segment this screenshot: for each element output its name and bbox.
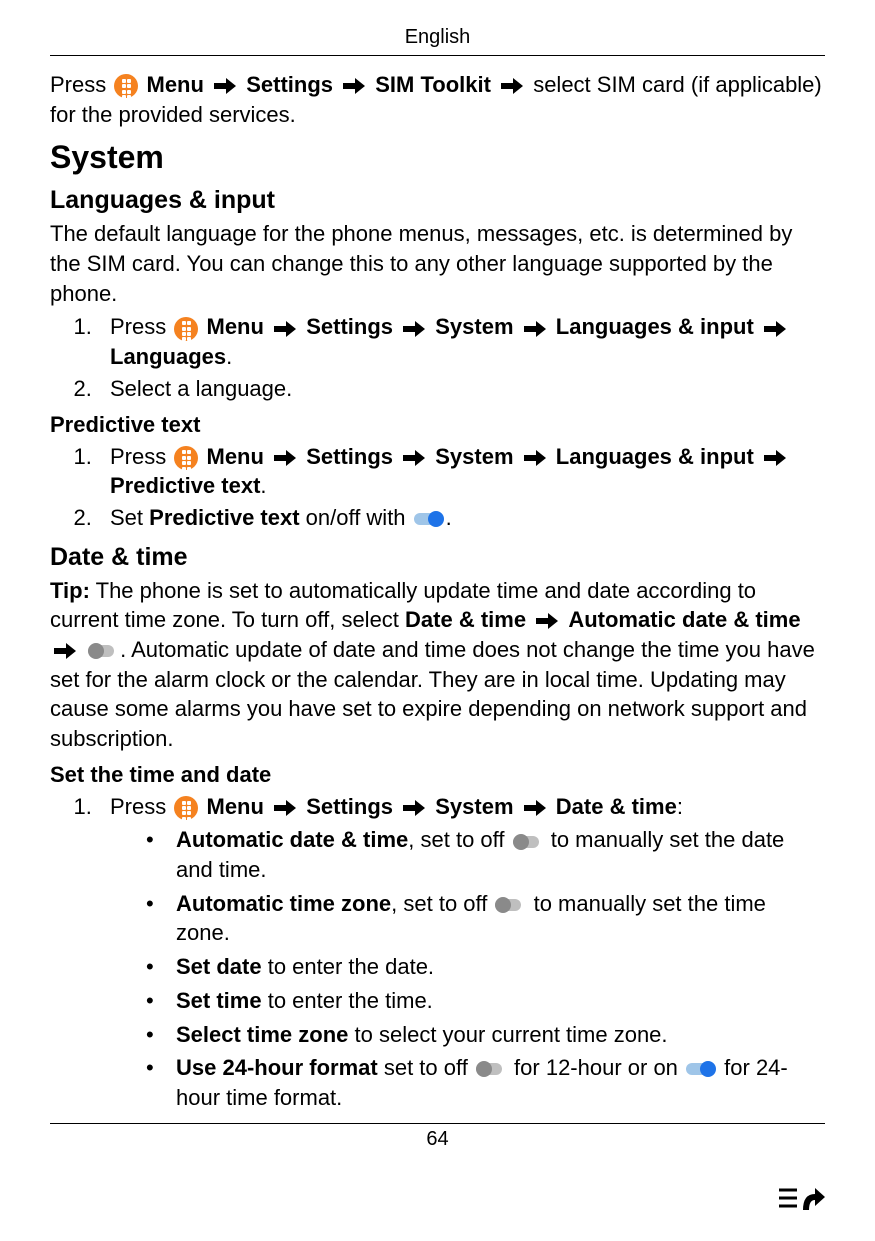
text-b1b: , set to off [408,827,510,852]
text-set-date: Set date [176,954,262,979]
predictive-steps: Press Menu Settings System Languages & i… [50,442,825,533]
text-auto-date-time: Automatic date & time [568,607,800,632]
arrow-right-icon [54,642,76,660]
menu-icon [174,796,198,820]
arrow-right-icon [764,320,786,338]
divider-top [50,55,825,56]
menu-icon [174,446,198,470]
option-auto-time-zone: Automatic time zone, set to off to manua… [146,889,825,948]
languages-input-desc: The default language for the phone menus… [50,219,825,308]
text-period: . [446,505,452,530]
predictive-step-1: Press Menu Settings System Languages & i… [98,442,825,501]
text-settings: Settings [306,794,393,819]
heading-languages-input: Languages & input [50,186,825,215]
toggle-off-icon [513,834,543,850]
page-header-language: English [50,26,825,49]
text-settings: Settings [246,72,333,97]
text-system: System [435,314,513,339]
arrow-right-icon [524,799,546,817]
text-b6c: for 12-hour or on [508,1055,684,1080]
option-set-time: Set time to enter the time. [146,986,825,1016]
text-settings: Settings [306,314,393,339]
text-lang-input: Languages & input [556,444,754,469]
text-languages: Languages [110,344,226,369]
heading-predictive-text: Predictive text [50,412,825,438]
text-b3b: to enter the date. [262,954,434,979]
page-number: 64 [50,1128,825,1151]
text-set-time: Set time [176,988,262,1013]
set-time-date-step-1: Press Menu Settings System Date & time: [98,792,825,822]
toggle-on-icon [686,1061,716,1077]
text-predictive-text: Predictive text [110,473,260,498]
arrow-right-icon [274,449,296,467]
arrow-right-icon [403,449,425,467]
text-system: System [435,444,513,469]
arrow-right-icon [764,449,786,467]
text-menu: Menu [207,444,264,469]
languages-step-2: Select a language. [98,374,825,404]
date-time-tip: Tip: The phone is set to automatically u… [50,576,825,754]
option-auto-date-time: Automatic date & time, set to off to man… [146,825,825,884]
text-b6b: set to off [378,1055,474,1080]
text-b2b: , set to off [391,891,493,916]
text-sim-toolkit: SIM Toolkit [375,72,491,97]
text-date-time: Date & time [405,607,526,632]
intro-paragraph: Press Menu Settings SIM Toolkit select S… [50,70,825,129]
heading-system: System [50,139,825,176]
text-system: System [435,794,513,819]
text-onoff: on/off with [300,505,412,530]
return-to-contents-icon[interactable] [777,1182,825,1219]
toggle-off-icon [495,897,525,913]
arrow-right-icon [403,799,425,817]
text-predictive-bold: Predictive text [149,505,299,530]
arrow-right-icon [343,77,365,95]
text-b4b: to enter the time. [262,988,433,1013]
heading-set-time-date: Set the time and date [50,762,825,788]
text-date-time: Date & time [556,794,677,819]
tip-text-2: . Automatic update of date and time does… [50,637,815,751]
arrow-right-icon [536,612,558,630]
text-lang-input: Languages & input [556,314,754,339]
text-menu: Menu [147,72,204,97]
text-press: Press [110,794,166,819]
text-press: Press [110,314,166,339]
text-settings: Settings [306,444,393,469]
arrow-right-icon [274,799,296,817]
text-press: Press [50,72,106,97]
text-auto-time-zone: Automatic time zone [176,891,391,916]
predictive-step-2: Set Predictive text on/off with . [98,503,825,533]
set-time-date-steps: Press Menu Settings System Date & time: [50,792,825,822]
menu-icon [114,74,138,98]
text-press: Press [110,444,166,469]
divider-bottom [50,1123,825,1124]
date-time-options: Automatic date & time, set to off to man… [50,825,825,1112]
toggle-off-icon [476,1061,506,1077]
toggle-off-icon [88,643,118,659]
languages-steps: Press Menu Settings System Languages & i… [50,312,825,403]
arrow-right-icon [214,77,236,95]
arrow-right-icon [524,449,546,467]
arrow-right-icon [524,320,546,338]
text-menu: Menu [207,794,264,819]
option-24-hour-format: Use 24-hour format set to off for 12-hou… [146,1053,825,1112]
heading-date-time: Date & time [50,543,825,572]
toggle-on-icon [414,511,444,527]
menu-icon [174,317,198,341]
arrow-right-icon [403,320,425,338]
languages-step-1: Press Menu Settings System Languages & i… [98,312,825,371]
text-set: Set [110,505,149,530]
tip-label: Tip: [50,578,90,603]
text-auto-date-time: Automatic date & time [176,827,408,852]
arrow-right-icon [274,320,296,338]
text-24-hour: Use 24-hour format [176,1055,378,1080]
text-colon: : [677,794,683,819]
option-set-date: Set date to enter the date. [146,952,825,982]
option-select-time-zone: Select time zone to select your current … [146,1020,825,1050]
arrow-right-icon [501,77,523,95]
text-select-time-zone: Select time zone [176,1022,348,1047]
text-b5b: to select your current time zone. [348,1022,667,1047]
text-menu: Menu [207,314,264,339]
